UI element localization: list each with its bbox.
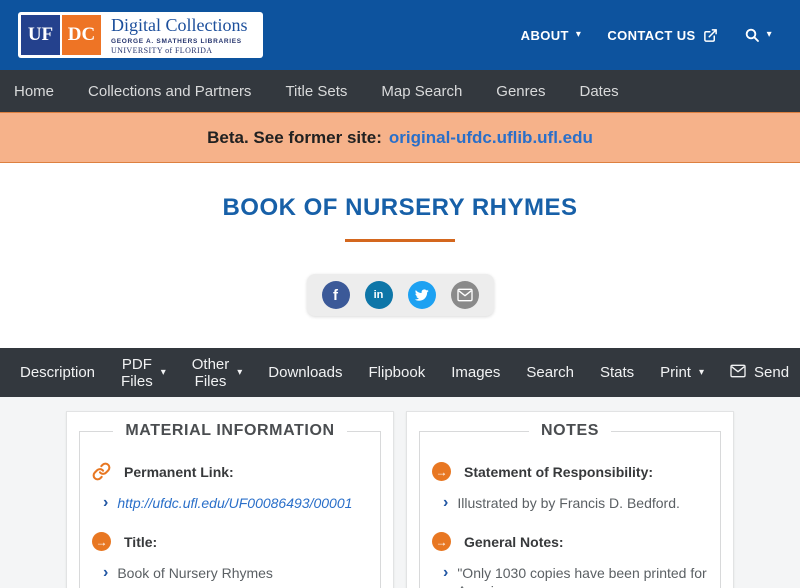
metadata-panels: MATERIAL INFORMATION Permanent Link: › http…: [66, 411, 734, 588]
app-header: UF DC Digital Collections GEORGE A. SMAT…: [0, 0, 800, 70]
external-link-icon: [703, 28, 718, 43]
nav-item-genres[interactable]: Genres: [479, 70, 562, 112]
chevron-down-icon: ▾: [766, 29, 772, 40]
contact-us-label: CONTACT US: [607, 27, 696, 43]
toolbar-stats[interactable]: Stats: [587, 348, 647, 397]
chevron-right-icon: ›: [443, 494, 449, 511]
search-icon: [744, 27, 760, 43]
toolbar-label: Downloads: [268, 364, 343, 381]
arrow-glyph: →: [432, 462, 451, 481]
logo-text: Digital Collections GEORGE A. SMATHERS L…: [101, 15, 260, 56]
field-label-row: → Statement of Responsibility:: [432, 462, 708, 481]
panel-title: MATERIAL INFORMATION: [125, 422, 335, 439]
field-label-row: Permanent Link:: [92, 462, 368, 481]
field-label: General Notes:: [464, 533, 564, 550]
ufdc-logo[interactable]: UF DC Digital Collections GEORGE A. SMAT…: [18, 12, 263, 58]
panel-material-information: MATERIAL INFORMATION Permanent Link: › http…: [66, 411, 394, 588]
chevron-right-icon: ›: [443, 564, 449, 581]
social-share-bar: f in: [306, 274, 494, 316]
item-hero: BOOK OF NURSERY RHYMES f in: [0, 163, 800, 348]
chevron-down-icon: ▾: [698, 366, 704, 378]
twitter-share-button[interactable]: [407, 281, 436, 309]
field-value: "Only 1030 copies have been printed for …: [457, 565, 707, 588]
search-menu-button[interactable]: ▾: [744, 27, 772, 43]
dc-logo-tile: DC: [62, 15, 101, 55]
toolbar-search[interactable]: Search: [513, 348, 587, 397]
field-value-row: › "Only 1030 copies have been printed for…: [443, 564, 708, 588]
toolbar-print[interactable]: Print ▾: [647, 348, 717, 397]
facebook-share-button[interactable]: f: [321, 281, 350, 309]
field-value: Book of Nursery Rhymes: [117, 565, 273, 581]
permanent-link[interactable]: http://ufdc.ufl.edu/UF00086493/00001: [117, 494, 352, 512]
toolbar-label: Other Files: [191, 355, 230, 390]
field-value-row: › Illustrated by by Francis D. Bedford.: [443, 494, 708, 512]
toolbar-label: Search: [526, 364, 574, 381]
logo-title: Digital Collections: [111, 15, 248, 35]
logo-subtitle-libraries: GEORGE A. SMATHERS LIBRARIES: [111, 38, 242, 45]
linkedin-share-button[interactable]: in: [364, 281, 393, 309]
toolbar-downloads[interactable]: Downloads: [255, 348, 355, 397]
about-menu-button[interactable]: ABOUT ▾: [521, 28, 582, 43]
header-menu: ABOUT ▾ CONTACT US ▾: [521, 27, 772, 43]
nav-item-title-sets[interactable]: Title Sets: [268, 70, 364, 112]
toolbar-pdf-files[interactable]: PDF Files ▾: [108, 348, 179, 397]
arrow-glyph: →: [92, 532, 111, 551]
nav-item-dates[interactable]: Dates: [562, 70, 635, 112]
toolbar-other-files[interactable]: Other Files ▾: [179, 348, 256, 397]
item-toolbar: Description PDF Files ▾ Other Files ▾ Downloa…: [0, 348, 800, 397]
page-title: BOOK OF NURSERY RHYMES: [222, 194, 578, 221]
chevron-down-icon: ▾: [160, 366, 166, 378]
toolbar-images[interactable]: Images: [438, 348, 513, 397]
arrow-glyph: →: [432, 532, 451, 551]
about-label: ABOUT: [520, 27, 569, 43]
toolbar-right-group: Stats Print ▾ Send: [587, 348, 789, 397]
field-label: Statement of Responsibility:: [464, 463, 654, 480]
toolbar-label: Print: [660, 364, 691, 381]
chevron-down-icon: ▾: [575, 29, 582, 40]
toolbar-description[interactable]: Description: [20, 348, 108, 397]
arrow-circle-icon: →: [432, 462, 451, 481]
beta-banner: Beta. See former site: original-ufdc.ufl…: [0, 112, 800, 163]
toolbar-label: Flipbook: [368, 364, 426, 381]
nav-item-collections-and-partners[interactable]: Collections and Partners: [71, 70, 268, 112]
email-share-button[interactable]: [450, 281, 479, 309]
chevron-down-icon: ▾: [237, 366, 243, 378]
nav-item-home[interactable]: Home: [6, 70, 71, 112]
panel-notes: NOTES → Statement of Responsibility: › Illus…: [406, 411, 734, 588]
former-site-link[interactable]: original-ufdc.uflib.ufl.edu: [389, 128, 593, 148]
item-content: MATERIAL INFORMATION Permanent Link: › http…: [0, 397, 800, 588]
nav-item-map-search[interactable]: Map Search: [364, 70, 479, 112]
beta-banner-text: Beta. See former site:: [207, 127, 382, 147]
arrow-circle-icon: →: [432, 532, 451, 551]
toolbar-label: Images: [451, 364, 501, 381]
field-value: Illustrated by by Francis D. Bedford.: [457, 495, 680, 511]
field-label: Title:: [124, 533, 158, 550]
panel-title: NOTES: [540, 422, 600, 439]
main-nav: Home Collections and Partners Title Sets Ma…: [0, 70, 800, 112]
toolbar-send[interactable]: Send: [717, 348, 789, 397]
panel-fieldset: NOTES → Statement of Responsibility: › Illus…: [419, 422, 721, 588]
field-value-row: › Book of Nursery Rhymes: [103, 564, 368, 582]
toolbar-flipbook[interactable]: Flipbook: [356, 348, 439, 397]
logo-subtitle-university: UNIVERSITY of FLORIDA: [111, 46, 213, 55]
uf-logo-tile: UF: [21, 15, 60, 55]
toolbar-label: Description: [20, 364, 96, 381]
arrow-circle-icon: →: [92, 532, 111, 551]
field-label: Permanent Link:: [124, 463, 234, 480]
contact-us-button[interactable]: CONTACT US: [607, 28, 717, 43]
toolbar-label: Stats: [599, 364, 635, 381]
envelope-icon: [730, 364, 746, 382]
chevron-right-icon: ›: [103, 494, 109, 511]
panel-fieldset: MATERIAL INFORMATION Permanent Link: › http…: [79, 422, 381, 588]
field-label-row: → Title:: [92, 532, 368, 551]
toolbar-label: Send: [754, 364, 790, 381]
title-divider: [345, 239, 455, 242]
field-value-row: › http://ufdc.ufl.edu/UF00086493/00001: [103, 494, 368, 512]
toolbar-label: PDF Files: [121, 355, 153, 390]
link-icon: [92, 462, 111, 481]
chevron-right-icon: ›: [103, 564, 109, 581]
toolbar-left-group: Description PDF Files ▾ Other Files ▾ Downloa…: [20, 348, 587, 397]
field-label-row: → General Notes:: [432, 532, 708, 551]
